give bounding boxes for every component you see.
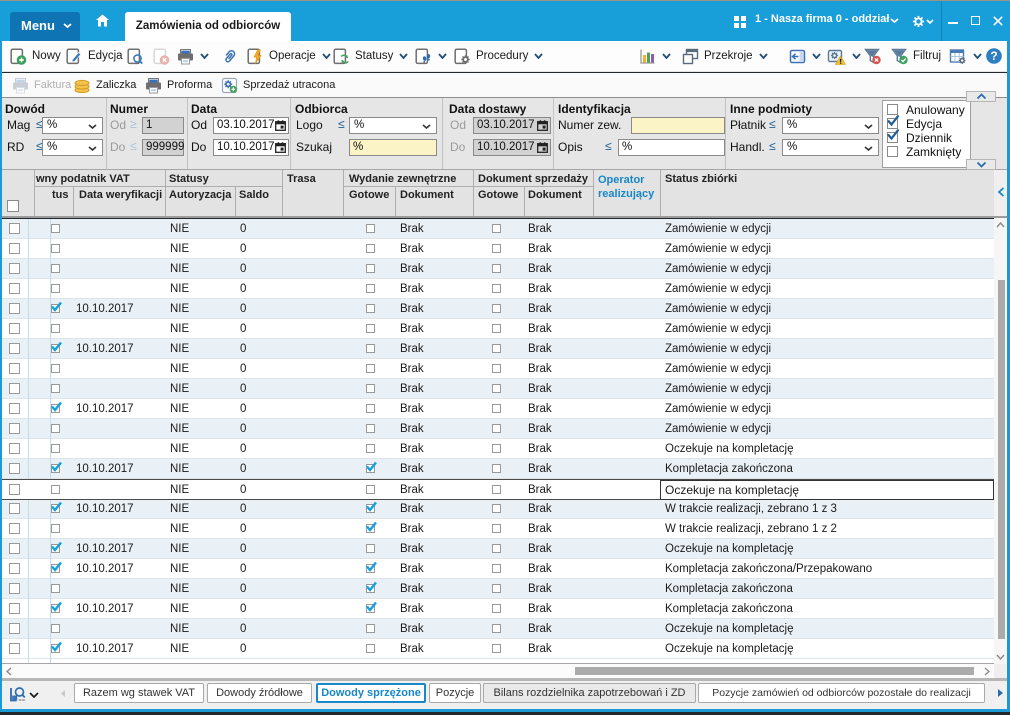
svg-text:?: ? xyxy=(990,49,997,63)
